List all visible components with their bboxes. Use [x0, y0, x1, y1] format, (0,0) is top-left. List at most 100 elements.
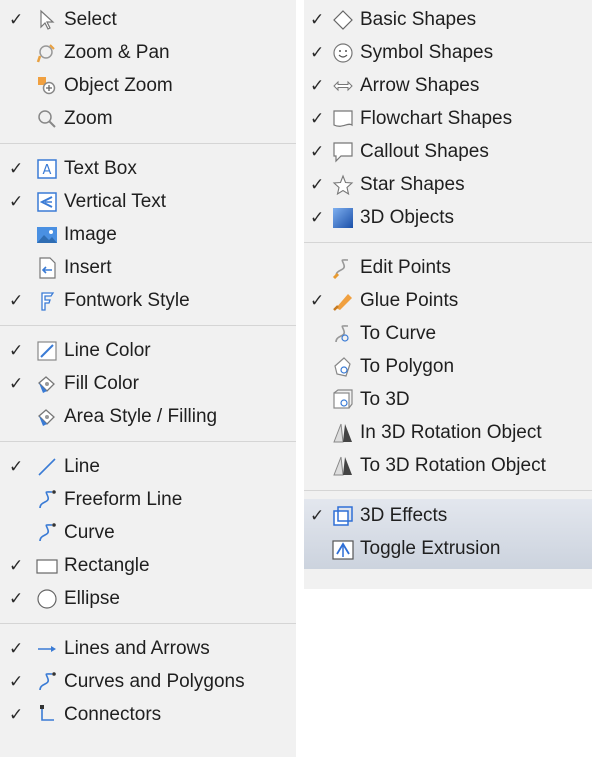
menu-item-label: Zoom & Pan [64, 42, 170, 63]
menu-item-label: Fontwork Style [64, 290, 190, 311]
menu-item-ellipse[interactable]: ✓ Ellipse [0, 582, 296, 615]
menu-item-in-3d-rotation-object[interactable]: In 3D Rotation Object [304, 416, 592, 449]
menu-item-select[interactable]: ✓ Select [0, 3, 296, 36]
glue-points-icon [332, 290, 354, 312]
callout-icon [332, 141, 354, 163]
menu-separator [0, 325, 296, 326]
menu-item-label: Image [64, 224, 117, 245]
checkmark-icon: ✓ [9, 341, 24, 360]
menu-item-fill-color[interactable]: ✓ Fill Color [0, 367, 296, 400]
menu-item-label: Callout Shapes [360, 141, 489, 162]
checkmark-icon: ✓ [9, 672, 24, 691]
curve-icon [36, 522, 58, 544]
menu-item-to-3d[interactable]: To 3D [304, 383, 592, 416]
checkmark-icon: ✓ [310, 291, 325, 310]
menu-separator [0, 143, 296, 144]
menu-item-label: Glue Points [360, 290, 459, 311]
menu-item-basic-shapes[interactable]: ✓ Basic Shapes [304, 3, 592, 36]
menu-item-lines-and-arrows[interactable]: ✓ Lines and Arrows [0, 632, 296, 665]
menu-item-label: Object Zoom [64, 75, 173, 96]
checkmark-icon: ✓ [310, 175, 325, 194]
checkmark-icon: ✓ [9, 192, 24, 211]
menu-item-label: To Polygon [360, 356, 455, 377]
checkmark-icon: ✓ [9, 291, 24, 310]
menu-item-to-curve[interactable]: To Curve [304, 317, 592, 350]
in-3d-rotation-icon [332, 422, 354, 444]
menu-item-label: Connectors [64, 704, 162, 725]
menu-item-to-polygon[interactable]: To Polygon [304, 350, 592, 383]
menu-item-label: To 3D [360, 389, 410, 410]
menu-item-label: Area Style / Filling [64, 406, 218, 427]
fill-color-icon [36, 373, 58, 395]
menu-item-vertical-text[interactable]: ✓ Vertical Text [0, 185, 296, 218]
menu-item-area-style-filling[interactable]: Area Style / Filling [0, 400, 296, 433]
zoom-pan-icon [36, 42, 58, 64]
menu-item-line-color[interactable]: ✓ Line Color [0, 334, 296, 367]
menu-item-label: Rectangle [64, 555, 150, 576]
lines-arrows-icon [36, 638, 58, 660]
double-arrow-icon [332, 75, 354, 97]
menu-item-label: Lines and Arrows [64, 638, 210, 659]
edit-points-icon [332, 257, 354, 279]
menu-item-3d-effects[interactable]: ✓ 3D Effects [304, 499, 592, 532]
line-icon [36, 456, 58, 478]
checkmark-icon: ✓ [9, 705, 24, 724]
menu-item-to-3d-rotation-object[interactable]: To 3D Rotation Object [304, 449, 592, 482]
checkmark-icon: ✓ [9, 639, 24, 658]
freeform-line-icon [36, 489, 58, 511]
checkmark-icon: ✓ [310, 142, 325, 161]
menu-item-toggle-extrusion[interactable]: Toggle Extrusion [304, 532, 592, 565]
menu-item-label: Basic Shapes [360, 9, 477, 30]
menu-item-zoom[interactable]: Zoom [0, 102, 296, 135]
svg-text:A: A [43, 163, 52, 178]
smiley-icon [332, 42, 354, 64]
checkmark-icon: ✓ [9, 374, 24, 393]
menu-item-curve[interactable]: Curve [0, 516, 296, 549]
menu-item-label: To Curve [360, 323, 437, 344]
menu-item-label: Edit Points [360, 257, 451, 278]
flowchart-icon [332, 108, 354, 130]
to-3d-icon [332, 389, 354, 411]
star-icon [332, 174, 354, 196]
menu-item-freeform-line[interactable]: Freeform Line [0, 483, 296, 516]
menu-item-connectors[interactable]: ✓ Connectors [0, 698, 296, 731]
menu-group: ✓ Basic Shapes ✓ Symbol Shapes ✓ Arrow Shapes… [304, 3, 592, 234]
menu-item-label: Fill Color [64, 373, 139, 394]
menu-item-flowchart-shapes[interactable]: ✓ Flowchart Shapes [304, 102, 592, 135]
menu-item-label: 3D Objects [360, 207, 454, 228]
menu-item-label: Text Box [64, 158, 137, 179]
menu-separator [0, 623, 296, 624]
insert-icon [36, 257, 58, 279]
menu-item-label: Star Shapes [360, 174, 465, 195]
menu-item-object-zoom[interactable]: Object Zoom [0, 69, 296, 102]
line-color-icon [36, 340, 58, 362]
text-box-icon: A [36, 158, 58, 180]
menu-item-label: 3D Effects [360, 505, 448, 526]
menu-item-arrow-shapes[interactable]: ✓ Arrow Shapes [304, 69, 592, 102]
menu-item-star-shapes[interactable]: ✓ Star Shapes [304, 168, 592, 201]
image-icon [36, 224, 58, 246]
menu-item-edit-points[interactable]: Edit Points [304, 251, 592, 284]
menu-item-fontwork-style[interactable]: ✓ Fontwork Style [0, 284, 296, 317]
menu-separator [304, 242, 592, 243]
menu-item-image[interactable]: Image [0, 218, 296, 251]
checkmark-icon: ✓ [9, 10, 24, 29]
menu-item-3d-objects[interactable]: ✓ 3D Objects [304, 201, 592, 234]
menu-item-label: Zoom [64, 108, 113, 129]
menu-item-label: Freeform Line [64, 489, 183, 510]
menu-item-zoom-pan[interactable]: Zoom & Pan [0, 36, 296, 69]
menu-item-label: Flowchart Shapes [360, 108, 513, 129]
menu-item-text-box[interactable]: ✓ A Text Box [0, 152, 296, 185]
menu-item-callout-shapes[interactable]: ✓ Callout Shapes [304, 135, 592, 168]
3d-effects-icon [332, 505, 354, 527]
checkmark-icon: ✓ [9, 159, 24, 178]
menu-item-curves-and-polygons[interactable]: ✓ Curves and Polygons [0, 665, 296, 698]
menu-item-symbol-shapes[interactable]: ✓ Symbol Shapes [304, 36, 592, 69]
menu-item-rectangle[interactable]: ✓ Rectangle [0, 549, 296, 582]
checkmark-icon: ✓ [9, 457, 24, 476]
checkmark-icon: ✓ [310, 109, 325, 128]
object-zoom-icon [36, 75, 58, 97]
menu-item-insert[interactable]: Insert [0, 251, 296, 284]
menu-item-glue-points[interactable]: ✓ Glue Points [304, 284, 592, 317]
menu-item-line[interactable]: ✓ Line [0, 450, 296, 483]
